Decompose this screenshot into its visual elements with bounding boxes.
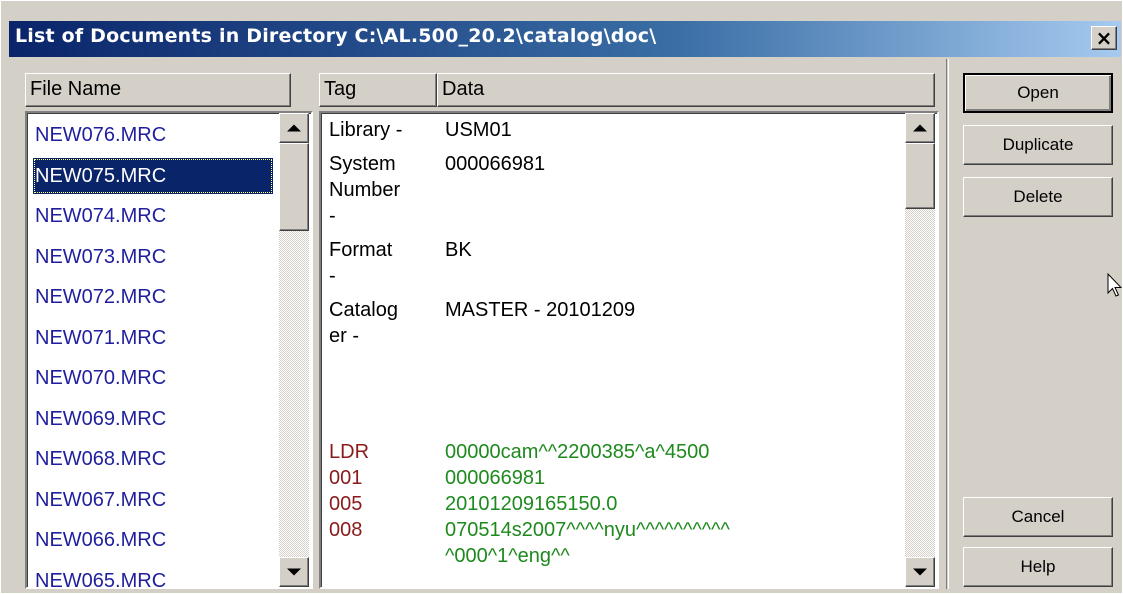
title-bar[interactable]: List of Documents in Directory C:\AL.500… (9, 21, 1121, 57)
marc-field-data[interactable]: ^000^1^eng^^ (445, 543, 570, 569)
record-summary-tag: Number (329, 179, 401, 201)
up-arrow-icon (913, 124, 927, 132)
marc-field-data[interactable]: 000066981 (445, 465, 545, 491)
marc-field-tag[interactable]: 005 (329, 491, 362, 517)
panel-divider (946, 59, 949, 589)
tag-header-label: Tag (324, 78, 357, 100)
marc-field-data[interactable]: 070514s2007^^^^nyu^^^^^^^^^^ (445, 517, 730, 543)
file-list-item[interactable]: NEW069.MRC (33, 401, 273, 437)
help-button[interactable]: Help (963, 547, 1113, 587)
file-scroll-up-button[interactable] (279, 113, 309, 143)
record-summary-tag: System (329, 153, 396, 175)
data-column-header[interactable]: Data (437, 73, 935, 107)
record-scroll-down-button[interactable] (905, 557, 935, 587)
record-summary-tag: Library - (329, 119, 403, 141)
file-list-scrollbar[interactable] (279, 113, 309, 587)
delete-button[interactable]: Delete (963, 177, 1113, 217)
marc-field-tag[interactable]: 008 (329, 517, 362, 543)
record-summary-tag: - (329, 265, 336, 287)
open-button[interactable]: Open (963, 73, 1113, 113)
record-summary-value: 000066981 (445, 153, 546, 175)
record-view[interactable]: Library - USM01 System Number - 000066981 Form… (319, 111, 939, 589)
marc-field-tag[interactable]: LDR (329, 439, 369, 465)
record-summary-value: BK (445, 239, 472, 261)
record-scrollbar[interactable] (905, 113, 935, 587)
mouse-pointer-icon (1107, 273, 1122, 297)
file-list-item[interactable]: NEW066.MRC (33, 522, 273, 558)
file-list-item[interactable]: NEW070.MRC (33, 360, 273, 396)
record-summary-tag: er - (329, 325, 359, 347)
marc-field-tag[interactable]: 001 (329, 465, 362, 491)
duplicate-button[interactable]: Duplicate (963, 125, 1113, 165)
window-title: List of Documents in Directory C:\AL.500… (15, 25, 657, 47)
file-list-item[interactable]: NEW068.MRC (33, 441, 273, 477)
file-scroll-down-button[interactable] (279, 557, 309, 587)
file-list-item[interactable]: NEW071.MRC (33, 320, 273, 356)
close-button[interactable]: × (1091, 26, 1117, 50)
file-list-item[interactable]: NEW067.MRC (33, 482, 273, 518)
down-arrow-icon (287, 568, 301, 576)
file-list-item[interactable]: NEW076.MRC (33, 117, 273, 153)
marc-field-data[interactable]: 20101209165150.0 (445, 491, 617, 517)
marc-field-data[interactable]: 00000cam^^2200385^a^4500 (445, 439, 709, 465)
up-arrow-icon (287, 124, 301, 132)
file-list-item[interactable]: NEW065.MRC (33, 563, 273, 587)
file-name-column-header[interactable]: File Name (25, 73, 291, 107)
record-summary-tag: Catalog (329, 299, 398, 321)
record-summary-tag: Format (329, 239, 393, 261)
record-scroll-thumb[interactable] (905, 143, 935, 209)
cancel-button[interactable]: Cancel (963, 497, 1113, 537)
record-summary-value: MASTER - 20101209 (445, 299, 636, 321)
record-summary-value: USM01 (445, 119, 512, 141)
file-list[interactable]: NEW076.MRC NEW075.MRC NEW074.MRC NEW073.MRC… (25, 111, 313, 589)
file-list-item[interactable]: NEW073.MRC (33, 239, 273, 275)
data-header-label: Data (442, 78, 485, 100)
record-scroll-up-button[interactable] (905, 113, 935, 143)
record-summary-tag: - (329, 205, 336, 227)
document-list-dialog: List of Documents in Directory C:\AL.500… (0, 0, 1123, 594)
tag-column-header[interactable]: Tag (319, 73, 437, 107)
file-name-header-label: File Name (30, 78, 122, 100)
file-list-item[interactable]: NEW072.MRC (33, 279, 273, 315)
down-arrow-icon (913, 568, 927, 576)
file-list-item-selected[interactable]: NEW075.MRC (33, 158, 273, 194)
file-list-item[interactable]: NEW074.MRC (33, 198, 273, 234)
file-scroll-thumb[interactable] (279, 143, 309, 231)
